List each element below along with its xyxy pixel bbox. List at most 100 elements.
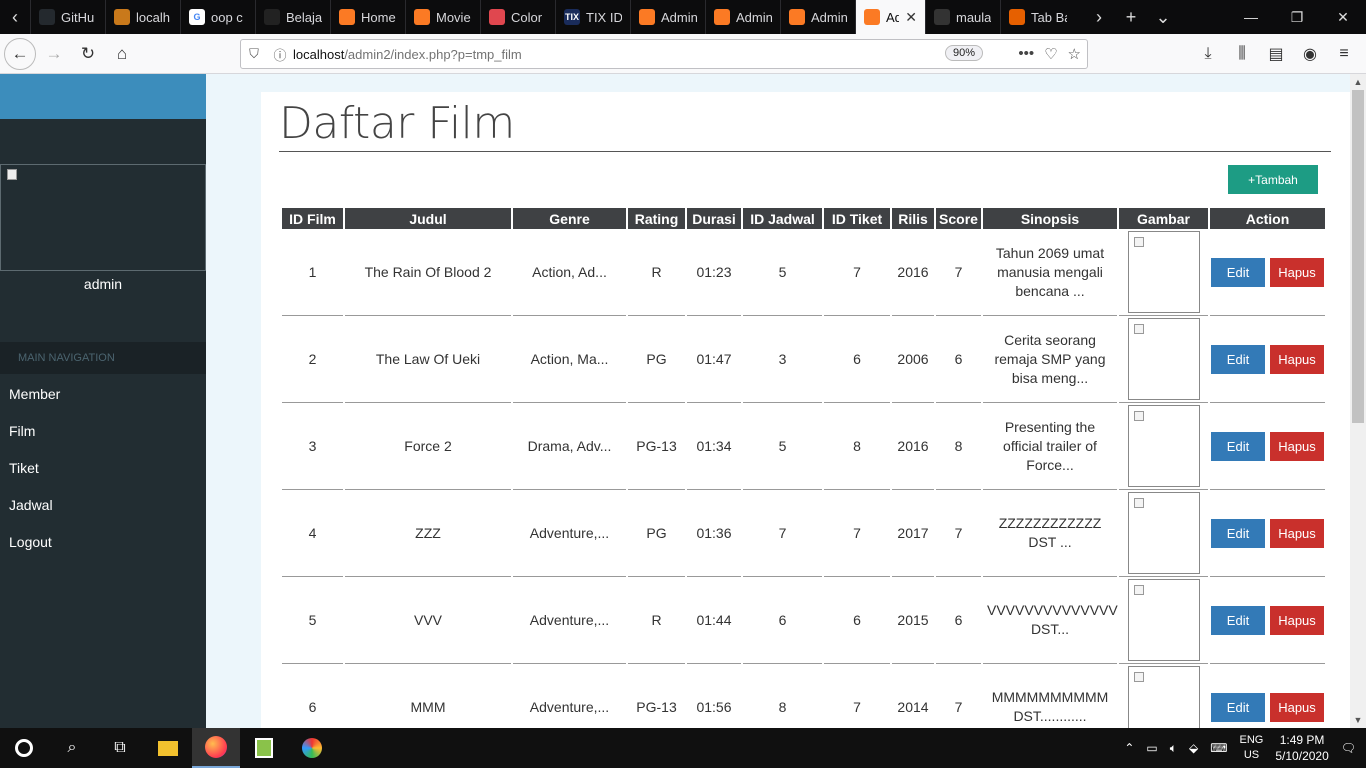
cell-score: 6: [936, 577, 981, 664]
browser-tab[interactable]: Tab Ba: [1000, 0, 1075, 34]
sidebar-item-logout[interactable]: Logout: [0, 523, 206, 560]
zoom-indicator[interactable]: 90%: [944, 45, 983, 61]
delete-button[interactable]: Hapus: [1270, 344, 1324, 374]
sidebar-item-jadwal[interactable]: Jadwal: [0, 486, 206, 523]
browser-tab[interactable]: Ad ✕: [855, 0, 925, 34]
file-explorer-icon[interactable]: [144, 728, 192, 768]
browser-tab[interactable]: Admin: [630, 0, 705, 34]
browser-tab[interactable]: Home: [330, 0, 405, 34]
task-view-icon[interactable]: ⧉: [96, 728, 144, 768]
scroll-up-icon[interactable]: ▲: [1350, 74, 1366, 90]
language-indicator[interactable]: ENG US: [1240, 733, 1264, 763]
list-all-tabs-icon[interactable]: ⌄: [1147, 7, 1179, 28]
sidebar-toggle-icon[interactable]: ▤: [1260, 38, 1292, 70]
cortana-icon[interactable]: [0, 728, 48, 768]
menu-icon[interactable]: ≡: [1328, 38, 1360, 70]
page-scrollbar[interactable]: ▲ ▼: [1350, 74, 1366, 728]
broken-image-icon: [1133, 324, 1144, 334]
sidebar-item-member[interactable]: Member: [0, 375, 206, 412]
edit-button[interactable]: Edit: [1211, 692, 1265, 722]
pocket-icon[interactable]: ♡: [1044, 45, 1057, 63]
tab-favicon-icon: [489, 9, 505, 25]
edit-button[interactable]: Edit: [1211, 431, 1265, 461]
cell-action: Edit Hapus: [1210, 229, 1325, 316]
home-icon[interactable]: ⌂: [106, 38, 138, 70]
page-actions-icon[interactable]: •••: [1018, 45, 1034, 63]
browser-tab[interactable]: Color: [480, 0, 555, 34]
notepad-icon[interactable]: [240, 728, 288, 768]
add-film-button[interactable]: +Tambah: [1228, 165, 1318, 194]
delete-button[interactable]: Hapus: [1270, 518, 1324, 548]
paint-icon[interactable]: [288, 728, 336, 768]
volume-icon[interactable]: 🔈︎: [1170, 741, 1177, 756]
synopsis-text: VVVVVVVVVVVVVV DST...: [987, 602, 1118, 637]
shield-icon[interactable]: ⛉: [241, 46, 267, 62]
notifications-icon[interactable]: 🗨︎: [1341, 741, 1356, 755]
browser-tab[interactable]: localh: [105, 0, 180, 34]
browser-tab[interactable]: Belaja: [255, 0, 330, 34]
synopsis-text: ZZZZZZZZZZZZ DST ...: [998, 515, 1102, 550]
bookmark-star-icon[interactable]: ☆: [1068, 45, 1081, 63]
cell-genre: Action, Ma...: [513, 316, 626, 403]
tab-favicon-icon: [339, 9, 355, 25]
cell-durasi: 01:44: [687, 577, 741, 664]
close-window-icon[interactable]: ✕: [1320, 0, 1366, 34]
url-host: localhost: [293, 46, 345, 62]
cell-sinopsis: Tahun 2069 umat manusia mengali bencana …: [983, 229, 1117, 316]
browser-tab[interactable]: Movie: [405, 0, 480, 34]
edit-button[interactable]: Edit: [1211, 344, 1265, 374]
film-poster-image: [1127, 666, 1200, 728]
restore-icon[interactable]: ❐: [1274, 0, 1320, 34]
url-path: /admin2/index.php?p=tmp_film: [344, 46, 522, 62]
tray-expand-icon[interactable]: ⌃: [1124, 741, 1134, 755]
cell-id-jadwal: 8: [743, 664, 822, 728]
cell-rilis: 2015: [892, 577, 934, 664]
column-header: ID Tiket: [824, 208, 890, 229]
dropbox-icon[interactable]: ⬙: [1189, 741, 1198, 755]
tab-label: Admin: [661, 9, 697, 25]
url-bar[interactable]: ⛉ ⓘ localhost/admin2/index.php?p=tmp_fil…: [240, 39, 1088, 69]
cell-gambar: [1119, 403, 1208, 490]
edit-button[interactable]: Edit: [1211, 605, 1265, 635]
cell-id: 6: [282, 664, 343, 728]
new-tab-icon[interactable]: +: [1115, 7, 1147, 28]
cell-rating: R: [628, 577, 685, 664]
sidebar-item-tiket[interactable]: Tiket: [0, 449, 206, 486]
minimize-icon[interactable]: —: [1228, 0, 1274, 34]
clock[interactable]: 1:49 PM 5/10/2020: [1275, 732, 1328, 764]
browser-tab[interactable]: TIX TIX ID: [555, 0, 630, 34]
library-icon[interactable]: ⫼: [1226, 38, 1258, 70]
delete-button[interactable]: Hapus: [1270, 431, 1324, 461]
delete-button[interactable]: Hapus: [1270, 692, 1324, 722]
browser-tab[interactable]: maula: [925, 0, 1000, 34]
account-icon[interactable]: ◉: [1294, 38, 1326, 70]
browser-tab[interactable]: Goop c: [180, 0, 255, 34]
scroll-down-icon[interactable]: ▼: [1350, 712, 1366, 728]
broken-image-icon: [7, 169, 17, 180]
column-header: Rating: [628, 208, 685, 229]
delete-button[interactable]: Hapus: [1270, 605, 1324, 635]
cell-id: 1: [282, 229, 343, 316]
keyboard-icon[interactable]: ⌨: [1210, 741, 1227, 755]
download-icon[interactable]: ⤓: [1192, 38, 1224, 70]
tab-scroll-left-icon[interactable]: ‹: [0, 0, 30, 34]
edit-button[interactable]: Edit: [1211, 257, 1265, 287]
firefox-icon[interactable]: [192, 728, 240, 768]
sidebar-item-film[interactable]: Film: [0, 412, 206, 449]
close-tab-icon[interactable]: ✕: [905, 9, 917, 26]
cell-judul: The Law Of Ueki: [345, 316, 511, 403]
info-icon[interactable]: ⓘ: [267, 45, 293, 64]
battery-icon[interactable]: ▭: [1146, 741, 1157, 755]
search-icon[interactable]: ⌕: [48, 728, 96, 768]
browser-tab[interactable]: Admin: [705, 0, 780, 34]
delete-button[interactable]: Hapus: [1270, 257, 1324, 287]
cell-durasi: 01:36: [687, 490, 741, 577]
scroll-thumb[interactable]: [1352, 90, 1364, 423]
back-icon[interactable]: ←: [4, 37, 36, 70]
browser-tab[interactable]: GitHu: [30, 0, 105, 34]
browser-tab[interactable]: Admin: [780, 0, 855, 34]
reload-icon[interactable]: ↻: [72, 38, 104, 70]
forward-icon[interactable]: →: [38, 38, 70, 70]
edit-button[interactable]: Edit: [1211, 518, 1265, 548]
tab-scroll-right-icon[interactable]: ›: [1083, 7, 1115, 28]
